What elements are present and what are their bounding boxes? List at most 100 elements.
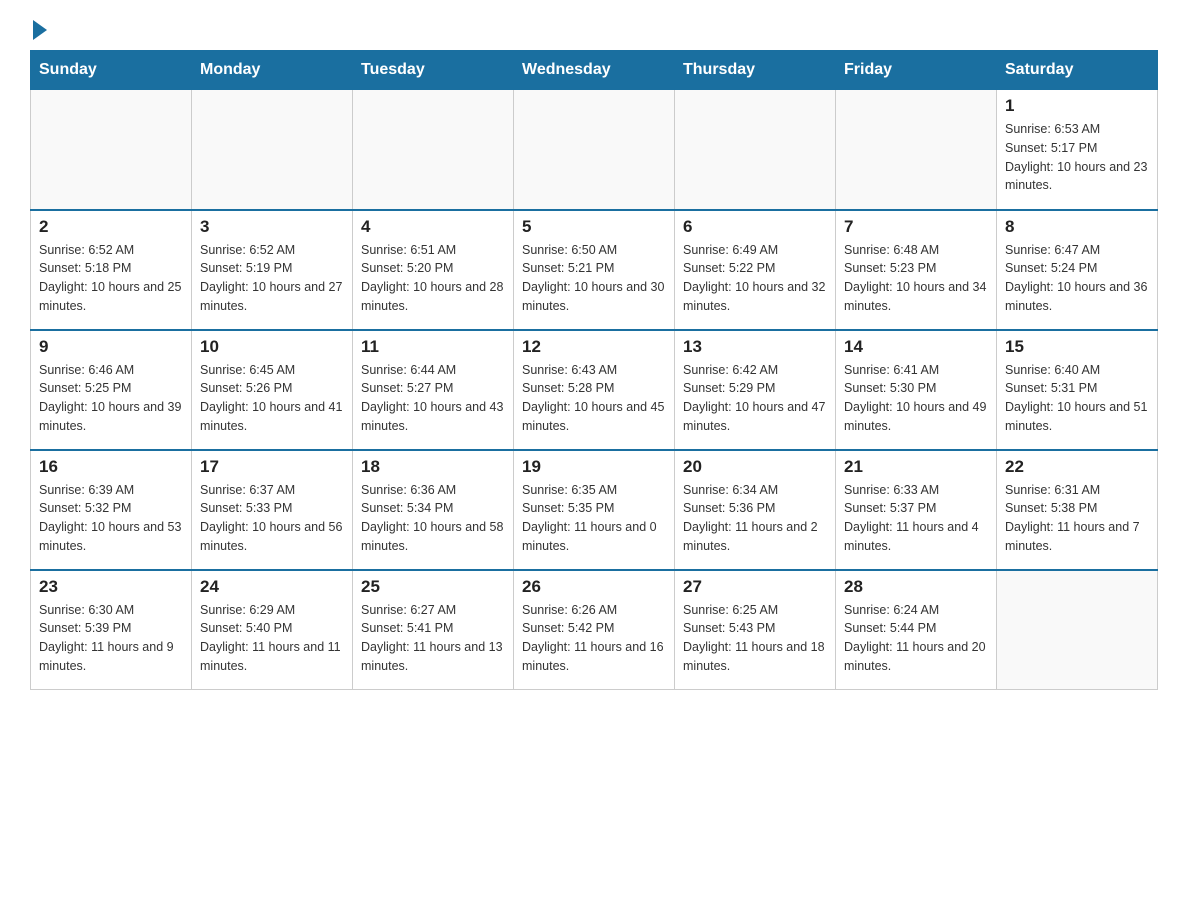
calendar-cell: 5 Sunrise: 6:50 AMSunset: 5:21 PMDaylight… [514,210,675,330]
calendar-cell: 11 Sunrise: 6:44 AMSunset: 5:27 PMDayligh… [353,330,514,450]
day-number: 15 [1005,337,1149,357]
day-info: Sunrise: 6:36 AMSunset: 5:34 PMDaylight:… [361,481,505,556]
calendar-cell: 4 Sunrise: 6:51 AMSunset: 5:20 PMDaylight… [353,210,514,330]
calendar-cell: 8 Sunrise: 6:47 AMSunset: 5:24 PMDaylight… [997,210,1158,330]
calendar-cell: 21 Sunrise: 6:33 AMSunset: 5:37 PMDayligh… [836,450,997,570]
calendar-cell: 23 Sunrise: 6:30 AMSunset: 5:39 PMDayligh… [31,570,192,690]
calendar-cell: 15 Sunrise: 6:40 AMSunset: 5:31 PMDayligh… [997,330,1158,450]
day-info: Sunrise: 6:45 AMSunset: 5:26 PMDaylight:… [200,361,344,436]
logo-general-text [30,20,47,40]
calendar-table: SundayMondayTuesdayWednesdayThursdayFrid… [30,50,1158,690]
day-number: 12 [522,337,666,357]
calendar-cell: 24 Sunrise: 6:29 AMSunset: 5:40 PMDayligh… [192,570,353,690]
day-info: Sunrise: 6:49 AMSunset: 5:22 PMDaylight:… [683,241,827,316]
day-number: 18 [361,457,505,477]
weekday-header-monday: Monday [192,51,353,90]
calendar-week-row: 2 Sunrise: 6:52 AMSunset: 5:18 PMDaylight… [31,210,1158,330]
day-number: 2 [39,217,183,237]
day-number: 5 [522,217,666,237]
day-info: Sunrise: 6:40 AMSunset: 5:31 PMDaylight:… [1005,361,1149,436]
day-number: 19 [522,457,666,477]
day-number: 13 [683,337,827,357]
day-number: 22 [1005,457,1149,477]
calendar-cell: 16 Sunrise: 6:39 AMSunset: 5:32 PMDayligh… [31,450,192,570]
day-info: Sunrise: 6:44 AMSunset: 5:27 PMDaylight:… [361,361,505,436]
day-info: Sunrise: 6:37 AMSunset: 5:33 PMDaylight:… [200,481,344,556]
day-info: Sunrise: 6:52 AMSunset: 5:19 PMDaylight:… [200,241,344,316]
day-info: Sunrise: 6:29 AMSunset: 5:40 PMDaylight:… [200,601,344,676]
day-info: Sunrise: 6:41 AMSunset: 5:30 PMDaylight:… [844,361,988,436]
calendar-cell: 22 Sunrise: 6:31 AMSunset: 5:38 PMDayligh… [997,450,1158,570]
calendar-cell: 10 Sunrise: 6:45 AMSunset: 5:26 PMDayligh… [192,330,353,450]
day-info: Sunrise: 6:26 AMSunset: 5:42 PMDaylight:… [522,601,666,676]
day-number: 23 [39,577,183,597]
day-info: Sunrise: 6:53 AMSunset: 5:17 PMDaylight:… [1005,120,1149,195]
calendar-cell [836,90,997,210]
calendar-week-row: 23 Sunrise: 6:30 AMSunset: 5:39 PMDayligh… [31,570,1158,690]
logo-arrow-icon [33,20,47,40]
calendar-cell [353,90,514,210]
calendar-week-row: 16 Sunrise: 6:39 AMSunset: 5:32 PMDayligh… [31,450,1158,570]
day-info: Sunrise: 6:30 AMSunset: 5:39 PMDaylight:… [39,601,183,676]
day-info: Sunrise: 6:39 AMSunset: 5:32 PMDaylight:… [39,481,183,556]
weekday-header-friday: Friday [836,51,997,90]
day-info: Sunrise: 6:24 AMSunset: 5:44 PMDaylight:… [844,601,988,676]
calendar-cell [192,90,353,210]
day-info: Sunrise: 6:27 AMSunset: 5:41 PMDaylight:… [361,601,505,676]
day-info: Sunrise: 6:52 AMSunset: 5:18 PMDaylight:… [39,241,183,316]
day-info: Sunrise: 6:50 AMSunset: 5:21 PMDaylight:… [522,241,666,316]
weekday-header-sunday: Sunday [31,51,192,90]
day-info: Sunrise: 6:47 AMSunset: 5:24 PMDaylight:… [1005,241,1149,316]
day-number: 20 [683,457,827,477]
day-number: 11 [361,337,505,357]
day-info: Sunrise: 6:48 AMSunset: 5:23 PMDaylight:… [844,241,988,316]
day-number: 10 [200,337,344,357]
page-header [30,20,1158,40]
calendar-cell: 13 Sunrise: 6:42 AMSunset: 5:29 PMDayligh… [675,330,836,450]
day-info: Sunrise: 6:33 AMSunset: 5:37 PMDaylight:… [844,481,988,556]
weekday-header-saturday: Saturday [997,51,1158,90]
day-number: 28 [844,577,988,597]
calendar-cell: 6Sunrise: 6:49 AMSunset: 5:22 PMDaylight… [675,210,836,330]
day-number: 21 [844,457,988,477]
calendar-cell: 19 Sunrise: 6:35 AMSunset: 5:35 PMDayligh… [514,450,675,570]
calendar-cell: 18 Sunrise: 6:36 AMSunset: 5:34 PMDayligh… [353,450,514,570]
calendar-cell: 20Sunrise: 6:34 AMSunset: 5:36 PMDayligh… [675,450,836,570]
weekday-header-wednesday: Wednesday [514,51,675,90]
calendar-cell: 3Sunrise: 6:52 AMSunset: 5:19 PMDaylight… [192,210,353,330]
day-number: 4 [361,217,505,237]
calendar-cell: 1 Sunrise: 6:53 AMSunset: 5:17 PMDaylight… [997,90,1158,210]
day-info: Sunrise: 6:46 AMSunset: 5:25 PMDaylight:… [39,361,183,436]
day-number: 17 [200,457,344,477]
day-number: 25 [361,577,505,597]
calendar-cell: 2 Sunrise: 6:52 AMSunset: 5:18 PMDaylight… [31,210,192,330]
day-number: 7 [844,217,988,237]
day-info: Sunrise: 6:42 AMSunset: 5:29 PMDaylight:… [683,361,827,436]
logo [30,20,47,40]
day-number: 14 [844,337,988,357]
day-info: Sunrise: 6:35 AMSunset: 5:35 PMDaylight:… [522,481,666,556]
day-info: Sunrise: 6:25 AMSunset: 5:43 PMDaylight:… [683,601,827,676]
calendar-cell: 12 Sunrise: 6:43 AMSunset: 5:28 PMDayligh… [514,330,675,450]
day-info: Sunrise: 6:43 AMSunset: 5:28 PMDaylight:… [522,361,666,436]
calendar-cell: 25 Sunrise: 6:27 AMSunset: 5:41 PMDayligh… [353,570,514,690]
day-info: Sunrise: 6:51 AMSunset: 5:20 PMDaylight:… [361,241,505,316]
calendar-cell: 27 Sunrise: 6:25 AMSunset: 5:43 PMDayligh… [675,570,836,690]
calendar-cell [997,570,1158,690]
day-number: 16 [39,457,183,477]
calendar-cell: 9Sunrise: 6:46 AMSunset: 5:25 PMDaylight… [31,330,192,450]
calendar-cell: 28 Sunrise: 6:24 AMSunset: 5:44 PMDayligh… [836,570,997,690]
day-info: Sunrise: 6:31 AMSunset: 5:38 PMDaylight:… [1005,481,1149,556]
calendar-cell: 14 Sunrise: 6:41 AMSunset: 5:30 PMDayligh… [836,330,997,450]
calendar-cell [675,90,836,210]
calendar-week-row: 9Sunrise: 6:46 AMSunset: 5:25 PMDaylight… [31,330,1158,450]
weekday-header-row: SundayMondayTuesdayWednesdayThursdayFrid… [31,51,1158,90]
weekday-header-thursday: Thursday [675,51,836,90]
day-number: 24 [200,577,344,597]
day-number: 27 [683,577,827,597]
calendar-cell [514,90,675,210]
day-number: 1 [1005,96,1149,116]
weekday-header-tuesday: Tuesday [353,51,514,90]
day-number: 8 [1005,217,1149,237]
calendar-cell: 17 Sunrise: 6:37 AMSunset: 5:33 PMDayligh… [192,450,353,570]
